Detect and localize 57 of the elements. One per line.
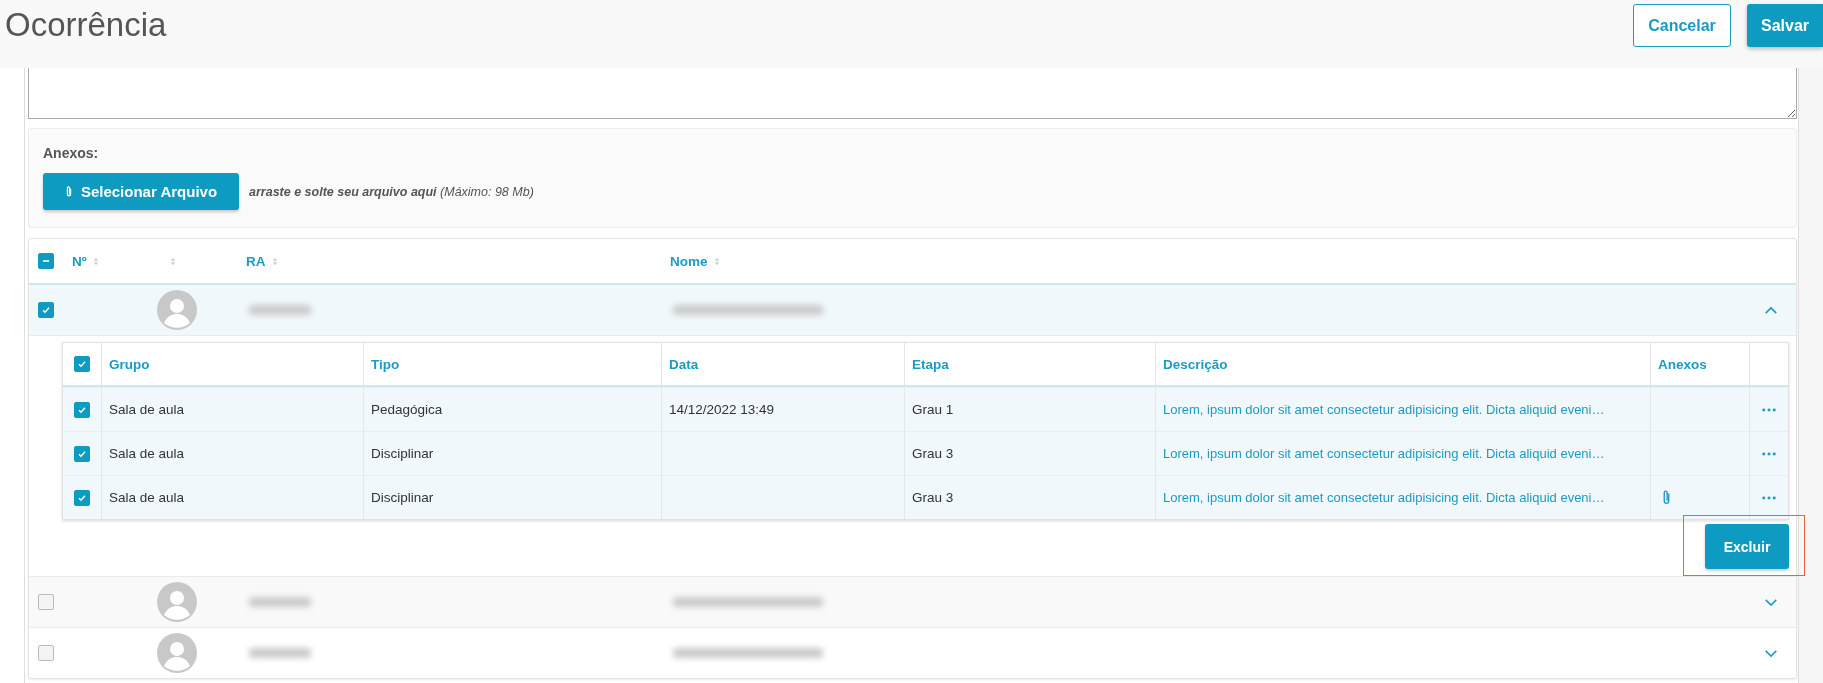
row-checkbox[interactable] xyxy=(74,401,90,418)
cancel-button[interactable]: Cancelar xyxy=(1633,4,1731,47)
blurred-text xyxy=(249,305,311,315)
row-checkbox[interactable] xyxy=(74,445,90,462)
sort-icon[interactable] xyxy=(713,256,720,266)
more-icon[interactable] xyxy=(1762,407,1776,412)
column-header: Grupo xyxy=(109,356,150,372)
avatar-icon xyxy=(157,290,197,330)
column-header: Data xyxy=(669,356,699,372)
avatar-icon xyxy=(157,633,197,673)
sort-icon[interactable] xyxy=(170,256,176,266)
column-header[interactable]: Nº xyxy=(72,253,87,269)
save-button[interactable]: Salvar xyxy=(1747,4,1823,47)
chevron-icon[interactable] xyxy=(1764,597,1778,607)
table-cell: Sala de aula xyxy=(109,490,185,505)
table-cell: Sala de aula xyxy=(109,446,185,461)
table-cell: Grau 3 xyxy=(912,446,954,461)
column-header: Etapa xyxy=(912,356,949,372)
chevron-icon[interactable] xyxy=(1764,648,1778,658)
description-link[interactable]: Lorem, ipsum dolor sit amet consectetur adipisicing elit. Dicta aliquid eveni… xyxy=(1163,490,1605,505)
table-cell: Pedagógica xyxy=(371,402,443,417)
chevron-icon[interactable] xyxy=(1764,305,1778,315)
table-cell: Sala de aula xyxy=(109,402,185,417)
column-header: Tipo xyxy=(371,356,400,372)
column-header: Descrição xyxy=(1163,356,1228,372)
text-area[interactable] xyxy=(28,68,1797,119)
select-file-button[interactable]: Selecionar Arquivo xyxy=(43,173,239,210)
column-header: Anexos xyxy=(1658,356,1707,372)
blurred-text xyxy=(249,648,311,658)
blurred-text xyxy=(249,597,311,607)
select-all-checkbox[interactable] xyxy=(37,253,54,269)
more-icon[interactable] xyxy=(1762,495,1776,500)
paperclip-icon xyxy=(64,185,73,198)
select-all-checkbox[interactable] xyxy=(74,356,90,372)
delete-button[interactable]: Excluir xyxy=(1705,524,1789,569)
avatar-icon xyxy=(157,582,197,622)
description-link[interactable]: Lorem, ipsum dolor sit amet consectetur adipisicing elit. Dicta aliquid eveni… xyxy=(1163,446,1605,461)
more-icon[interactable] xyxy=(1762,451,1776,456)
table-cell: Disciplinar xyxy=(371,490,434,505)
attachments-label: Anexos: xyxy=(43,145,99,161)
column-header[interactable]: Nome xyxy=(670,253,708,269)
table-cell: 14/12/2022 13:49 xyxy=(669,402,775,417)
row-checkbox[interactable] xyxy=(74,489,90,506)
table-cell: Grau 3 xyxy=(912,490,954,505)
page-title: Ocorrência xyxy=(5,6,167,44)
table-cell: Disciplinar xyxy=(371,446,434,461)
drop-hint: arraste e solte seu arquivo aqui (Máximo: 98 Mb) xyxy=(249,184,534,199)
description-link[interactable]: Lorem, ipsum dolor sit amet consectetur adipisicing elit. Dicta aliquid eveni… xyxy=(1163,402,1605,417)
sort-icon[interactable] xyxy=(271,256,278,266)
row-checkbox[interactable] xyxy=(37,302,54,318)
check-icon xyxy=(76,358,88,370)
table-cell: Grau 1 xyxy=(912,402,954,417)
column-header[interactable]: RA xyxy=(246,253,266,269)
paperclip-icon[interactable] xyxy=(1662,489,1671,506)
row-checkbox[interactable] xyxy=(37,645,54,661)
sort-icon[interactable] xyxy=(92,256,99,266)
row-checkbox[interactable] xyxy=(37,594,54,610)
